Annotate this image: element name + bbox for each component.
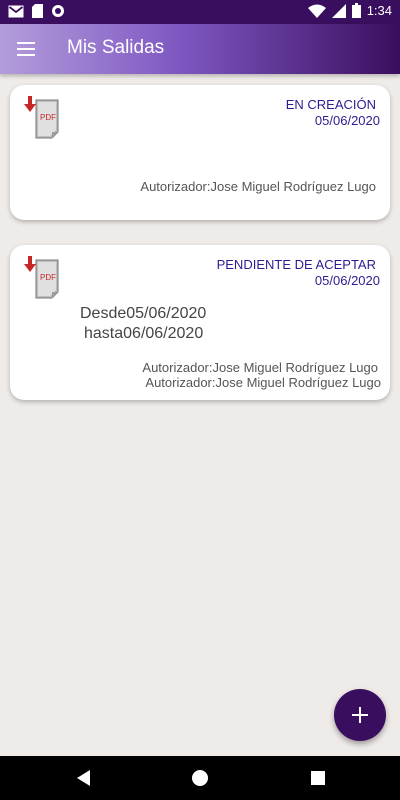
desde-label: Desde05/06/2020 — [80, 305, 207, 322]
app-bar: Mis Salidas — [0, 24, 400, 74]
authorizer-label: Autorizador:Jose Miguel Rodríguez Lugo — [140, 179, 376, 194]
date-label: 05/06/2020 — [314, 113, 380, 128]
svg-text:PDF: PDF — [40, 273, 56, 282]
status-label: EN CREACIÓN — [285, 97, 376, 112]
plus-icon — [352, 707, 368, 723]
add-salida-button[interactable] — [334, 689, 386, 741]
signal-icon — [331, 3, 346, 18]
sd-card-icon — [32, 4, 43, 18]
status-bar: 1:34 — [0, 0, 400, 24]
recents-icon[interactable] — [308, 768, 328, 788]
navigation-bar — [0, 756, 400, 800]
status-label: PENDIENTE DE ACEPTAR — [216, 257, 376, 272]
salida-card[interactable]: PDF PENDIENTE DE ACEPTAR 05/06/2020 Desd… — [10, 245, 390, 400]
page-title: Mis Salidas — [67, 37, 165, 58]
wifi-icon — [307, 4, 326, 18]
battery-icon — [351, 3, 361, 18]
gmail-icon — [8, 5, 24, 17]
hamburger-menu-icon[interactable] — [14, 37, 38, 61]
authorizer-label: Autorizador:Jose Miguel Rodríguez Lugo — [142, 360, 378, 375]
clock: 1:34 — [366, 3, 392, 18]
hasta-label: hasta06/06/2020 — [84, 325, 204, 342]
authorizer-label: Autorizador:Jose Miguel Rodríguez Lugo — [145, 375, 381, 390]
svg-text:PDF: PDF — [40, 113, 56, 122]
back-icon[interactable] — [74, 768, 94, 788]
pdf-download-icon[interactable]: PDF — [22, 96, 66, 140]
date-label: 05/06/2020 — [314, 273, 380, 288]
salida-card[interactable]: PDF EN CREACIÓN 05/06/2020 Autorizador:J… — [10, 85, 390, 220]
circle-icon — [52, 5, 64, 17]
pdf-download-icon[interactable]: PDF — [22, 256, 66, 300]
home-icon[interactable] — [190, 768, 210, 788]
